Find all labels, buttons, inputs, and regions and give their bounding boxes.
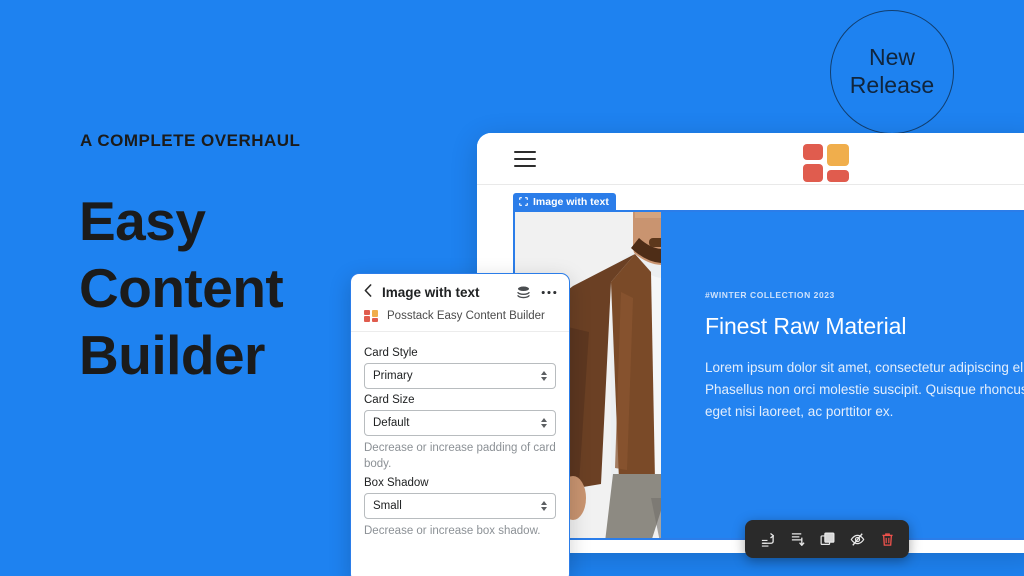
canvas-kicker: #WINTER COLLECTION 2023 — [705, 290, 835, 300]
field-helper-text: Decrease or increase box shadow. — [364, 525, 541, 538]
app-top-bar — [477, 133, 1024, 185]
badge-line-1: New — [868, 44, 915, 71]
move-down-icon[interactable] — [784, 526, 810, 552]
hamburger-icon[interactable] — [514, 150, 536, 167]
badge-line-2: Release — [849, 72, 935, 98]
posstack-mini-logo-icon — [364, 310, 378, 322]
stepper-caret-icon — [541, 371, 547, 381]
layers-icon[interactable] — [516, 286, 531, 299]
stepper-caret-icon — [541, 501, 547, 512]
field-label: Card Size — [364, 394, 415, 406]
box-shadow-select[interactable]: Small — [364, 493, 556, 520]
card-style-select[interactable]: Primary — [364, 363, 556, 389]
field-box-shadow: Box Shadow Small Decrease or increase bo… — [364, 477, 556, 540]
promo-banner: A COMPLETE OVERHAUL Easy Content Builder… — [0, 0, 1024, 576]
canvas-text-panel: #WINTER COLLECTION 2023 Finest Raw Mater… — [661, 212, 1024, 538]
stepper-caret-icon — [541, 418, 547, 428]
canvas-body: Lorem ipsum dolor sit amet, consectetur … — [705, 360, 1024, 419]
page-title: Easy Content Builder — [79, 190, 284, 387]
canvas-title: Finest Raw Material — [705, 313, 907, 339]
editor-canvas[interactable]: #WINTER COLLECTION 2023 Finest Raw Mater… — [513, 210, 1024, 540]
selected-block-label: Image with text — [533, 195, 609, 208]
settings-panel-header: Image with text — [351, 274, 569, 310]
selected-block-tab[interactable]: Image with text — [513, 193, 616, 210]
field-label: Card Style — [364, 347, 418, 359]
select-frame-icon — [519, 197, 528, 206]
select-value: Small — [373, 500, 402, 513]
posstack-logo-icon — [803, 144, 849, 182]
chevron-left-icon[interactable] — [364, 284, 372, 300]
new-release-badge: New Release — [830, 10, 954, 134]
field-card-style: Card Style Primary — [364, 347, 556, 389]
settings-panel: Image with text Posstack Easy Content Bu… — [350, 273, 570, 576]
hide-icon[interactable] — [844, 526, 870, 552]
field-helper-text: Decrease or increase padding of card bod… — [364, 442, 556, 470]
settings-panel-title: Image with text — [382, 284, 480, 300]
delete-icon[interactable] — [874, 526, 900, 552]
app-name-label: Posstack Easy Content Builder — [387, 310, 545, 322]
field-label: Box Shadow — [364, 477, 429, 490]
field-card-size: Card Size Default Decrease or increase p… — [364, 394, 556, 472]
settings-panel-body: Card Style Primary Card Size Default Dec… — [351, 332, 569, 540]
select-value: Default — [373, 417, 410, 429]
block-toolbar[interactable] — [745, 520, 909, 558]
move-up-icon[interactable] — [754, 526, 780, 552]
duplicate-icon[interactable] — [814, 526, 840, 552]
ellipsis-icon[interactable] — [541, 290, 557, 295]
select-value: Primary — [373, 370, 413, 382]
hero-eyebrow: A COMPLETE OVERHAUL — [80, 131, 301, 150]
card-size-select[interactable]: Default — [364, 410, 556, 436]
settings-panel-app-row: Posstack Easy Content Builder — [351, 310, 569, 332]
